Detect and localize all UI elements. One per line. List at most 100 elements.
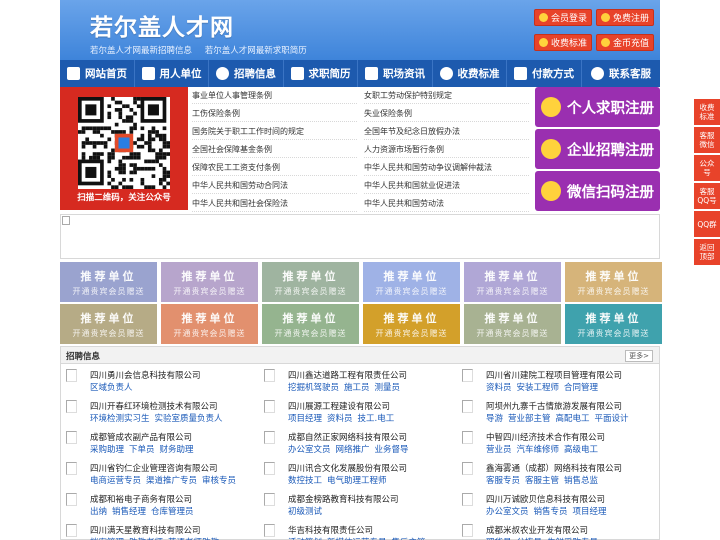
position-link[interactable]: 高配电工 [556,414,590,424]
recommend-tile[interactable]: 推荐单位 开通贵宾会员赠送 [262,262,359,302]
recommend-tile[interactable]: 推荐单位 开通贵宾会员赠送 [464,304,561,344]
recommend-tile[interactable]: 推荐单位 开通贵宾会员赠送 [363,262,460,302]
position-link[interactable]: 平面设计 [595,414,629,424]
company-name[interactable]: 鑫海雾通（成都）网络科技有限公司 [486,462,622,474]
position-link[interactable]: 初级测试 [288,507,322,517]
company-name[interactable]: 阿坝州九寨千古情旅游发展有限公司 [486,400,622,412]
position-link[interactable]: 合同管理 [564,383,598,393]
latest-jobs-link[interactable]: 若尔盖人才网最新招聘信息 [90,46,192,56]
position-link[interactable]: 挖掘机驾驶员 [288,383,339,393]
company-name[interactable]: 四川万诚欧贝信息科技有限公司 [486,493,605,505]
company-logo-icon[interactable] [66,400,77,413]
company-logo-icon[interactable] [66,493,77,506]
company-name[interactable]: 四川省川建院工程项目管理有限公司 [486,369,622,381]
company-name[interactable]: 华吉科技有限责任公司 [288,524,373,536]
personal-register-button[interactable]: 个人求职注册 [535,87,660,127]
company-name[interactable]: 成都金榜路教育科技有限公司 [288,493,399,505]
position-link[interactable]: 施工员 [344,383,370,393]
nav-item-6[interactable]: 付款方式 [507,60,582,87]
position-link[interactable]: 销售总监 [564,476,598,486]
position-link[interactable]: 实验室质量负责人 [155,414,223,424]
register-button[interactable]: 免费注册 [596,9,654,26]
position-link[interactable]: 区域负责人 [90,383,133,393]
position-link[interactable]: 下单员 [129,445,155,455]
position-link[interactable]: 出纳 [90,507,107,517]
side-button-4[interactable]: QQ群 [694,211,720,237]
law-link[interactable]: 中华人民共和国劳动合同法 [192,177,357,194]
law-link[interactable]: 失业保险条例 [364,105,529,122]
company-logo-icon[interactable] [462,493,473,506]
company-logo-icon[interactable] [264,369,275,382]
law-link[interactable]: 中华人民共和国劳动争议调解仲裁法 [364,159,529,176]
company-logo-icon[interactable] [462,369,473,382]
nav-item-0[interactable]: 网站首页 [60,60,135,87]
nav-item-7[interactable]: 联系客服 [582,60,660,87]
recharge-button[interactable]: 金币充值 [596,34,654,51]
company-logo-icon[interactable] [462,524,473,537]
company-name[interactable]: 中智四川经济技术合作有限公司 [486,431,605,443]
company-logo-icon[interactable] [264,493,275,506]
company-name[interactable]: 成都米叔农业开发有限公司 [486,524,588,536]
law-link[interactable]: 中华人民共和国劳动法 [364,195,529,212]
site-title[interactable]: 若尔盖人才网 [90,8,234,42]
company-logo-icon[interactable] [66,524,77,537]
recommend-tile[interactable]: 推荐单位 开通贵宾会员赠送 [161,262,258,302]
latest-resumes-link[interactable]: 若尔盖人才网最新求职简历 [205,46,307,56]
law-link[interactable]: 全国年节及纪念日放假办法 [364,123,529,140]
position-link[interactable]: 技工.电工 [358,414,395,424]
nav-item-5[interactable]: 收费标准 [433,60,507,87]
position-link[interactable]: 业务督导 [375,445,409,455]
recommend-tile[interactable]: 推荐单位 开通贵宾会员赠送 [565,304,662,344]
company-name[interactable]: 四川讯合文化发展股份有限公司 [288,462,407,474]
recommend-tile[interactable]: 推荐单位 开通贵宾会员赠送 [60,262,157,302]
side-button-2[interactable]: 公众号 [694,155,720,181]
nav-item-3[interactable]: 求职简历 [284,60,358,87]
position-link[interactable]: 仓库管理员 [151,507,194,517]
position-link[interactable]: 项目经理 [288,414,322,424]
position-link[interactable]: 资料员 [327,414,353,424]
position-link[interactable]: 财务助理 [160,445,194,455]
side-button-1[interactable]: 客服微信 [694,127,720,153]
company-logo-icon[interactable] [264,524,275,537]
recommend-tile[interactable]: 推荐单位 开通贵宾会员赠送 [565,262,662,302]
position-link[interactable]: 高级电工 [564,445,598,455]
company-name[interactable]: 四川展源工程建设有限公司 [288,400,390,412]
position-link[interactable]: 安装工程师 [517,383,560,393]
position-link[interactable]: 数控技工 [288,476,322,486]
company-logo-icon[interactable] [264,400,275,413]
law-link[interactable]: 全国社会保障基金条例 [192,141,357,158]
side-button-3[interactable]: 客服QQ号 [694,183,720,209]
nav-item-4[interactable]: 职场资讯 [358,60,433,87]
position-link[interactable]: 办公室文员 [486,507,529,517]
position-link[interactable]: 资料员 [486,383,512,393]
position-link[interactable]: 采购助理 [90,445,124,455]
position-link[interactable]: 环境检测实习生 [90,414,150,424]
login-button[interactable]: 会员登录 [534,9,592,26]
law-link[interactable]: 人力资源市场暂行条例 [364,141,529,158]
law-link[interactable]: 工伤保险条例 [192,105,357,122]
recommend-tile[interactable]: 推荐单位 开通贵宾会员赠送 [161,304,258,344]
company-logo-icon[interactable] [66,462,77,475]
position-link[interactable]: 营业部主管 [508,414,551,424]
company-name[interactable]: 四川满天星教育科技有限公司 [90,524,201,536]
company-name[interactable]: 四川开春红环境检测技术有限公司 [90,400,218,412]
company-logo-icon[interactable] [264,462,275,475]
nav-item-2[interactable]: 招聘信息 [209,60,284,87]
company-name[interactable]: 成都自然正家网络科技有限公司 [288,431,407,443]
company-logo-icon[interactable] [462,400,473,413]
wechat-register-button[interactable]: 微信扫码注册 [535,171,660,211]
company-logo-icon[interactable] [462,462,473,475]
position-link[interactable]: 客服专员 [486,476,520,486]
banner-ad[interactable] [60,214,660,259]
position-link[interactable]: 销售专员 [534,507,568,517]
side-button-0[interactable]: 收费标准 [694,99,720,125]
recommend-tile[interactable]: 推荐单位 开通贵宾会员赠送 [60,304,157,344]
position-link[interactable]: 导游 [486,414,503,424]
jobs-more-button[interactable]: 更多> [625,350,653,362]
company-name[interactable]: 四川鑫达道路工程有限责任公司 [288,369,407,381]
company-name[interactable]: 成都管成农副产品有限公司 [90,431,192,443]
company-logo-icon[interactable] [462,431,473,444]
position-link[interactable]: 网络推广 [336,445,370,455]
pricing-button[interactable]: 收费标准 [534,34,592,51]
recommend-tile[interactable]: 推荐单位 开通贵宾会员赠送 [464,262,561,302]
